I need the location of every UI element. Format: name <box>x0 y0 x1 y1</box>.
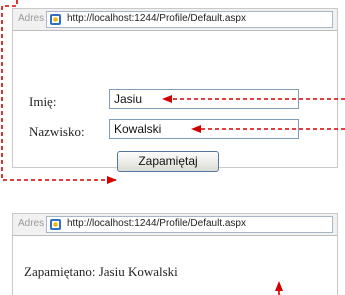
browser-window-result: Adres http://localhost:1244/Profile/Defa… <box>12 213 338 295</box>
save-button[interactable]: Zapamiętaj <box>117 151 219 172</box>
browser-window-form: Adres http://localhost:1244/Profile/Defa… <box>12 8 338 168</box>
address-label: Adres <box>18 13 45 24</box>
first-name-input[interactable]: Jasiu <box>109 89 299 109</box>
page-icon <box>50 14 61 25</box>
url-field[interactable]: http://localhost:1244/Profile/Default.as… <box>46 216 333 233</box>
url-text: http://localhost:1244/Profile/Default.as… <box>67 218 246 229</box>
address-bar: Adres http://localhost:1244/Profile/Defa… <box>13 9 337 31</box>
url-text: http://localhost:1244/Profile/Default.as… <box>67 13 246 24</box>
url-field[interactable]: http://localhost:1244/Profile/Default.as… <box>46 11 333 28</box>
last-name-label: Nazwisko: <box>29 124 85 139</box>
last-name-input[interactable]: Kowalski <box>109 119 299 139</box>
page-icon <box>50 219 61 230</box>
result-message: Zapamiętano: Jasiu Kowalski <box>24 264 178 279</box>
first-name-label: Imię: <box>29 94 57 109</box>
address-bar: Adres http://localhost:1244/Profile/Defa… <box>13 214 337 236</box>
address-label: Adres <box>18 218 45 229</box>
